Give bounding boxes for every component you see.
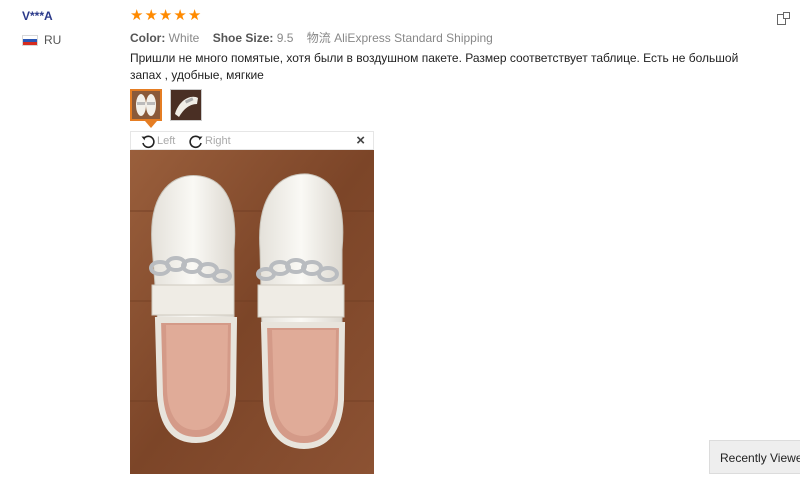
review-text: Пришли не много помятые, хотя были в воз… (130, 51, 739, 82)
reviewer-name: V***A (22, 9, 53, 23)
russia-flag-icon (22, 34, 38, 46)
rotate-left-button[interactable]: Left (140, 133, 175, 149)
review-photo-thumbnails (130, 89, 202, 121)
copy-icon[interactable] (777, 12, 790, 25)
recently-viewed-button[interactable]: Recently Viewed (709, 440, 800, 474)
star-icon: ★ (187, 7, 202, 24)
star-rating: ★ ★ ★ ★ ★ (130, 7, 201, 25)
color-label: Color: (130, 31, 166, 45)
rotate-right-button[interactable]: Right (188, 133, 231, 149)
reviewer-country: RU (22, 33, 61, 47)
star-icon: ★ (130, 7, 144, 24)
rotate-right-label: Right (205, 135, 231, 147)
reviewer-info: V***A RU (22, 9, 61, 47)
review-photo (130, 150, 374, 474)
photo-thumbnail[interactable] (130, 89, 162, 121)
image-viewer-toolbar: Left Right × (130, 131, 374, 150)
shipping-method: 物流 AliExpress Standard Shipping (306, 31, 493, 45)
color-value: White (168, 31, 200, 45)
close-icon[interactable]: × (356, 132, 365, 149)
star-icon: ★ (158, 7, 173, 24)
star-icon: ★ (144, 7, 158, 24)
active-thumbnail-pointer (145, 121, 157, 128)
rotate-left-label: Left (157, 135, 176, 147)
rotate-left-icon (141, 135, 155, 149)
country-code: RU (44, 33, 62, 47)
star-icon: ★ (173, 7, 187, 24)
order-info: Color: White Shoe Size: 9.5 物流 AliExpres… (130, 29, 493, 46)
size-label: Shoe Size: (212, 31, 274, 45)
size-value: 9.5 (276, 31, 294, 45)
rotate-right-icon (189, 135, 203, 149)
photo-thumbnail[interactable] (170, 89, 202, 121)
